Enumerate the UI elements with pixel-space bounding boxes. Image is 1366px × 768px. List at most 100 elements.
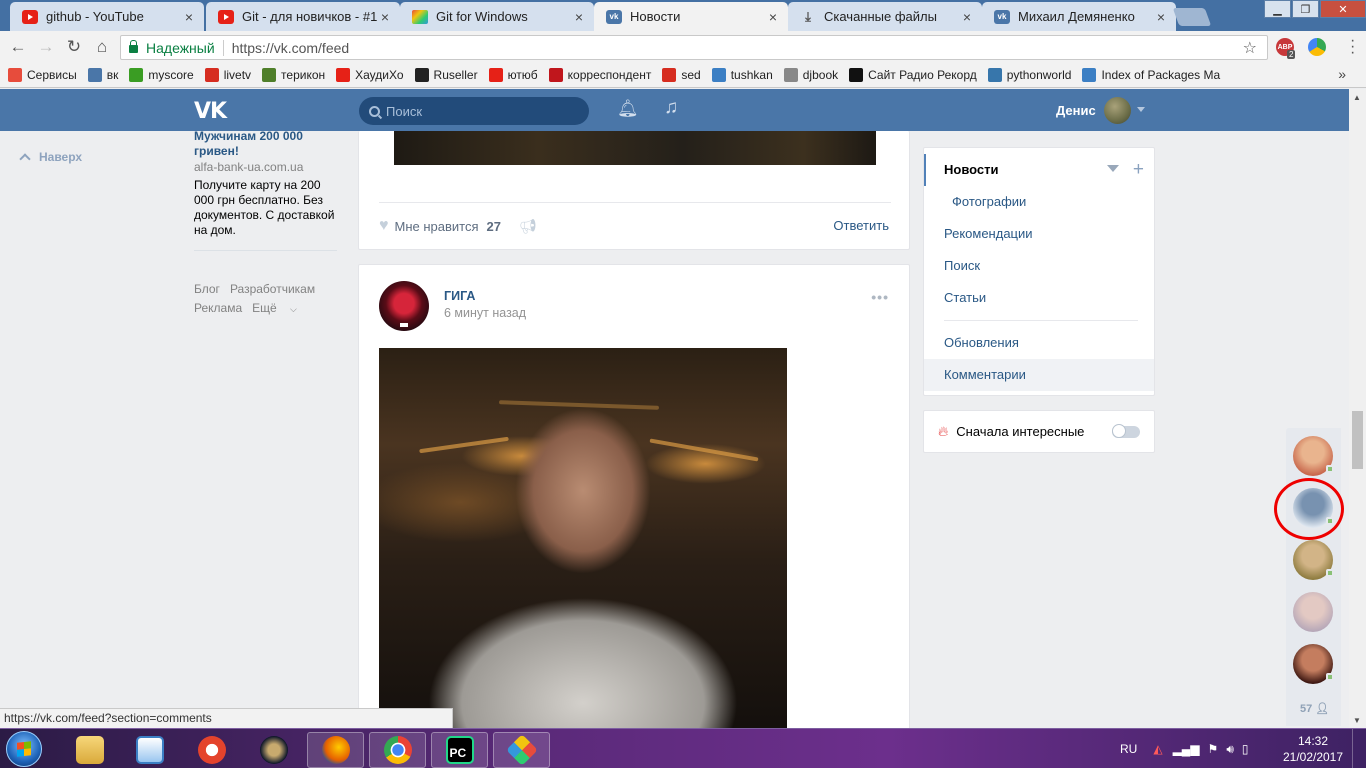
bookmark-item[interactable]: ютюб [488, 68, 538, 82]
post-author[interactable]: ГИГА [444, 289, 475, 303]
search-input[interactable] [386, 103, 576, 119]
close-tab-icon[interactable]: × [766, 9, 780, 25]
bookmark-item[interactable]: терикон [262, 68, 325, 82]
show-desktop-button[interactable] [1352, 729, 1366, 768]
tab-downloads[interactable]: ⤓ Скачанные файлы × [788, 2, 982, 31]
bookmark-star-icon[interactable]: ☆ [1243, 38, 1257, 58]
taskbar-chrome[interactable] [369, 732, 426, 768]
chevron-down-icon[interactable] [1137, 107, 1145, 112]
like-button[interactable]: ♥ Мне нравится 27 📢︎ [379, 217, 537, 235]
power-icon[interactable]: ▯ [1242, 742, 1249, 756]
forward-button[interactable]: → [32, 33, 60, 61]
bookmark-item[interactable]: Сайт Радио Рекорд [849, 68, 977, 82]
filter-icon[interactable] [1107, 165, 1119, 172]
chat-friend-avatar[interactable] [1293, 436, 1334, 476]
menu-item-search[interactable]: Поиск [924, 250, 1154, 282]
interesting-first-toggle-row[interactable]: 🔥︎ Сначала интересные [923, 410, 1155, 453]
close-tab-icon[interactable]: × [182, 9, 196, 25]
tab-git-novice[interactable]: Git - для новичков - #1 × [206, 2, 400, 31]
user-name[interactable]: Денис [1056, 103, 1096, 118]
taskbar-camera-app[interactable] [183, 732, 240, 768]
system-clock[interactable]: 14:32 21/02/2017 [1282, 733, 1344, 765]
menu-item-articles[interactable]: Статьи [924, 282, 1154, 314]
reload-button[interactable]: ↻ [60, 33, 88, 61]
bookmark-item[interactable]: tushkan [711, 68, 773, 82]
chat-friend-avatar[interactable] [1293, 592, 1333, 632]
bookmark-item[interactable]: Сервисы [8, 68, 77, 82]
notifications-bell-icon[interactable]: 🔔︎ [617, 99, 639, 119]
online-friends-count[interactable]: 57 👤︎ [1300, 702, 1329, 715]
more-bookmarks-icon[interactable]: » [1338, 66, 1346, 82]
volume-icon[interactable]: 🔊︎ [1226, 742, 1234, 757]
bookmark-item[interactable]: корреспондент [548, 68, 651, 82]
ad-domain[interactable]: alfa-bank-ua.com.ua [194, 160, 339, 174]
scroll-to-top-button[interactable]: Наверх [19, 150, 82, 165]
menu-item-photos[interactable]: Фотографии [924, 186, 1154, 218]
tab-git-for-windows[interactable]: Git for Windows × [400, 2, 594, 31]
tab-news[interactable]: vk Новости × [594, 2, 788, 31]
music-icon[interactable]: ♫ [664, 97, 678, 119]
chat-friend-avatar[interactable] [1293, 540, 1334, 580]
interesting-first-toggle[interactable] [1112, 424, 1140, 438]
taskbar-pycharm[interactable]: PC [431, 732, 488, 768]
taskbar-git-gui[interactable] [493, 732, 550, 768]
share-megaphone-icon[interactable]: 📢︎ [519, 218, 537, 235]
footer-link-developers[interactable]: Разработчикам [230, 282, 315, 296]
vk-search[interactable] [359, 97, 589, 125]
new-tab-button[interactable] [1172, 8, 1212, 26]
bookmark-item[interactable]: sed [662, 68, 701, 82]
close-tab-icon[interactable]: × [960, 9, 974, 25]
page-scrollbar[interactable]: ▲ ▼ [1349, 89, 1366, 729]
footer-link-more[interactable]: Ещё ⌵ [252, 301, 307, 315]
start-button[interactable] [6, 731, 42, 767]
tab-github-youtube[interactable]: github - YouTube × [10, 2, 204, 31]
minimize-button[interactable]: ▁ [1264, 0, 1291, 18]
taskbar-media-player[interactable] [121, 732, 178, 768]
user-avatar[interactable] [1104, 97, 1131, 124]
taskbar-firefox[interactable] [307, 732, 364, 768]
language-indicator[interactable]: RU [1120, 742, 1137, 756]
url-text[interactable]: https://vk.com/feed [232, 40, 350, 56]
back-button[interactable]: ← [4, 33, 32, 61]
antivirus-icon[interactable]: ◭ [1153, 742, 1162, 756]
maximize-button[interactable]: ❐ [1292, 0, 1319, 18]
post-time[interactable]: 6 минут назад [444, 306, 526, 320]
close-tab-icon[interactable]: × [1154, 9, 1168, 25]
advertisement[interactable]: Мужчинам 200 000 гривен! alfa-bank-ua.co… [194, 129, 339, 238]
footer-link-ads[interactable]: Реклама [194, 301, 242, 315]
signal-icon[interactable]: ▂▄▆ [1173, 742, 1200, 756]
bookmark-item[interactable]: djbook [783, 68, 838, 82]
menu-item-recommendations[interactable]: Рекомендации [924, 218, 1154, 250]
ad-title[interactable]: Мужчинам 200 000 гривен! [194, 129, 339, 159]
bookmark-item[interactable]: livetv [204, 68, 251, 82]
post-more-icon[interactable]: ••• [871, 289, 889, 305]
media-extension-icon[interactable] [1308, 38, 1326, 56]
footer-link-blog[interactable]: Блог [194, 282, 220, 296]
menu-item-comments[interactable]: Комментарии [924, 359, 1154, 391]
post-image[interactable] [394, 131, 876, 165]
bookmark-item[interactable]: ХаудиХо [336, 68, 404, 82]
bookmark-item[interactable]: pythonworld [987, 68, 1071, 82]
bookmark-item[interactable]: Index of Packages Ma [1082, 68, 1220, 82]
menu-item-news[interactable]: Новости + [924, 154, 1154, 186]
address-bar[interactable]: Надежный https://vk.com/feed ☆ [120, 35, 1268, 60]
reply-button[interactable]: Ответить [833, 218, 889, 233]
scroll-down-arrow-icon[interactable]: ▼ [1353, 716, 1361, 725]
close-window-button[interactable]: ✕ [1320, 0, 1366, 18]
close-tab-icon[interactable]: × [378, 9, 392, 25]
scroll-up-arrow-icon[interactable]: ▲ [1353, 93, 1361, 102]
bookmark-item[interactable]: вк [87, 68, 118, 82]
menu-item-updates[interactable]: Обновления [924, 327, 1154, 359]
close-tab-icon[interactable]: × [572, 9, 586, 25]
bookmark-item[interactable]: myscore [129, 68, 194, 82]
author-avatar[interactable] [379, 281, 429, 331]
chat-friend-avatar[interactable] [1293, 644, 1334, 684]
chrome-menu-icon[interactable]: · · · [1350, 33, 1355, 61]
home-button[interactable]: ⌂ [88, 33, 116, 61]
taskbar-explorer[interactable] [61, 732, 118, 768]
taskbar-league-of-legends[interactable] [245, 732, 302, 768]
vk-logo[interactable]: VK [194, 99, 227, 124]
plus-icon[interactable]: + [1133, 154, 1144, 186]
post-photo[interactable] [379, 348, 787, 734]
flag-icon[interactable]: ⚑ [1208, 742, 1219, 756]
